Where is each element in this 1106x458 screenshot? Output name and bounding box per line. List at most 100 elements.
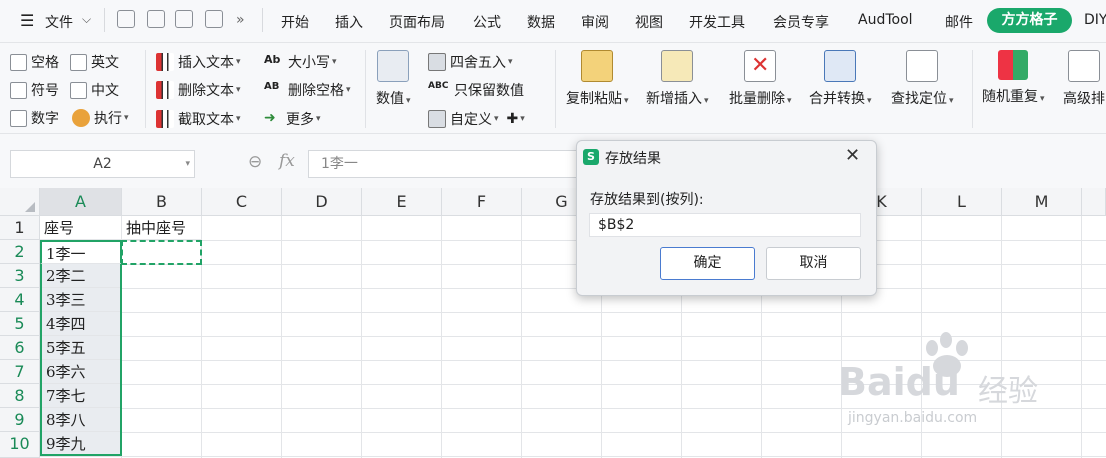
column-header-c[interactable]: C: [202, 188, 282, 216]
more-toolbar-button[interactable]: »: [236, 12, 245, 28]
result-location-input[interactable]: $B$2: [589, 213, 861, 237]
print-preview-icon[interactable]: [205, 10, 223, 28]
row-header-5[interactable]: 5: [0, 312, 40, 336]
delete-text-button[interactable]: 删除文本 ▾: [156, 80, 241, 100]
checkbox[interactable]: [70, 81, 87, 99]
check-label: 空格: [31, 55, 59, 71]
tab-member[interactable]: 会员专享: [773, 12, 829, 32]
custom-button[interactable]: 自定义 ▾ ✚ ▾: [428, 109, 525, 129]
triangle-icon: [25, 202, 35, 212]
tab-page-layout[interactable]: 页面布局: [389, 12, 445, 32]
cell-a5[interactable]: 4李四: [42, 312, 120, 336]
row-header-6[interactable]: 6: [0, 336, 40, 360]
cell-a9[interactable]: 8李八: [42, 408, 120, 432]
find-locate-button[interactable]: 查找定位 ▾: [891, 50, 954, 108]
name-box[interactable]: A2 ▾: [10, 150, 195, 178]
close-icon[interactable]: ✕: [845, 145, 860, 166]
zoom-icon[interactable]: ⊖: [248, 152, 262, 172]
value-button[interactable]: 数值 ▾: [376, 50, 411, 108]
tab-view[interactable]: 视图: [635, 12, 663, 32]
cell-a4[interactable]: 3李三: [42, 288, 120, 312]
cell-a3[interactable]: 2李二: [42, 264, 120, 288]
check-space[interactable]: 空格: [10, 52, 59, 72]
tab-ffcell[interactable]: 方方格子: [987, 8, 1072, 33]
checkbox[interactable]: [10, 109, 27, 127]
column-header-e[interactable]: E: [362, 188, 442, 216]
check-english[interactable]: 英文: [70, 52, 119, 72]
tab-audtool[interactable]: AudTool: [858, 12, 913, 28]
cell-a1[interactable]: 座号: [40, 216, 122, 240]
tab-insert[interactable]: 插入: [335, 12, 363, 32]
formula-input[interactable]: 1李一: [308, 150, 608, 178]
chevron-down-icon[interactable]: ⌵: [82, 12, 91, 27]
case-button[interactable]: Ab 大小写 ▾: [264, 52, 337, 72]
cell-a6[interactable]: 5李五: [42, 336, 120, 360]
export-icon[interactable]: [147, 10, 165, 28]
column-header-b[interactable]: B: [122, 188, 202, 216]
chevron-down-icon: ▾: [787, 96, 792, 106]
chevron-down-icon: ▾: [316, 114, 321, 124]
random-repeat-button[interactable]: 随机重复 ▾: [982, 50, 1045, 106]
tab-developer[interactable]: 开发工具: [689, 12, 745, 32]
check-chinese[interactable]: 中文: [70, 80, 119, 100]
row-header-9[interactable]: 9: [0, 408, 40, 432]
remove-space-button[interactable]: AB 删除空格 ▾: [264, 80, 351, 100]
column-header-l[interactable]: L: [922, 188, 1002, 216]
row-header-2[interactable]: 2: [0, 240, 40, 264]
batch-delete-button[interactable]: ✕ 批量删除 ▾: [729, 50, 792, 108]
row-header-3[interactable]: 3: [0, 264, 40, 288]
column-header-a[interactable]: A: [40, 188, 122, 216]
execute-button[interactable]: 执行 ▾: [72, 108, 129, 128]
check-symbol[interactable]: 符号: [10, 80, 59, 100]
tab-start[interactable]: 开始: [281, 12, 309, 32]
chevron-down-icon[interactable]: ▾: [185, 151, 190, 177]
divider: [555, 50, 556, 128]
row-header-7[interactable]: 7: [0, 360, 40, 384]
plus-icon[interactable]: ✚: [507, 111, 519, 127]
remove-space-icon: AB: [264, 81, 280, 92]
round-button[interactable]: 四舍五入 ▾: [428, 52, 513, 72]
row-header-8[interactable]: 8: [0, 384, 40, 408]
row-header-4[interactable]: 4: [0, 288, 40, 312]
column-header-n[interactable]: [1082, 188, 1106, 216]
checkbox[interactable]: [10, 81, 27, 99]
copy-paste-button[interactable]: 复制粘贴 ▾: [566, 50, 629, 108]
fx-icon[interactable]: fx: [279, 151, 295, 171]
checkbox[interactable]: [70, 53, 87, 71]
column-header-f[interactable]: F: [442, 188, 522, 216]
cell-a8[interactable]: 7李七: [42, 384, 120, 408]
cell-b2-marquee[interactable]: [121, 240, 202, 265]
chevron-down-icon[interactable]: ▾: [520, 114, 525, 124]
advanced-sort-button[interactable]: 高级排: [1063, 50, 1105, 108]
cell-b1[interactable]: 抽中座号: [122, 216, 202, 240]
row-header-1[interactable]: 1: [0, 216, 40, 240]
tab-mail[interactable]: 邮件: [945, 12, 973, 32]
check-number[interactable]: 数字: [10, 108, 59, 128]
merge-convert-button[interactable]: 合并转换 ▾: [809, 50, 872, 108]
select-all-corner[interactable]: [0, 188, 40, 216]
tab-diy[interactable]: DIY: [1084, 12, 1106, 28]
print-icon[interactable]: [175, 10, 193, 28]
ok-button[interactable]: 确定: [660, 247, 755, 280]
cell-a2[interactable]: 1李一: [40, 240, 122, 264]
cell-a10[interactable]: 9李九: [42, 432, 120, 456]
column-header-m[interactable]: M: [1002, 188, 1082, 216]
tab-formula[interactable]: 公式: [473, 12, 501, 32]
tab-review[interactable]: 审阅: [581, 12, 609, 32]
checkbox[interactable]: [10, 53, 27, 71]
add-insert-button[interactable]: 新增插入 ▾: [646, 50, 709, 108]
cell-a7[interactable]: 6李六: [42, 360, 120, 384]
row-header-10[interactable]: 10: [0, 432, 40, 458]
extract-text-icon: [156, 110, 174, 128]
keep-value-button[interactable]: ABC 只保留数值: [428, 80, 524, 100]
hamburger-icon[interactable]: ☰: [20, 11, 34, 30]
check-label: 中文: [91, 83, 119, 99]
extract-text-button[interactable]: 截取文本 ▾: [156, 109, 241, 129]
tab-data[interactable]: 数据: [527, 12, 555, 32]
cancel-button[interactable]: 取消: [766, 247, 861, 280]
file-menu[interactable]: 文件: [45, 12, 73, 32]
insert-text-button[interactable]: 插入文本 ▾: [156, 52, 241, 72]
more-button[interactable]: ➜ 更多 ▾: [264, 109, 321, 129]
column-header-d[interactable]: D: [282, 188, 362, 216]
save-icon[interactable]: [117, 10, 135, 28]
